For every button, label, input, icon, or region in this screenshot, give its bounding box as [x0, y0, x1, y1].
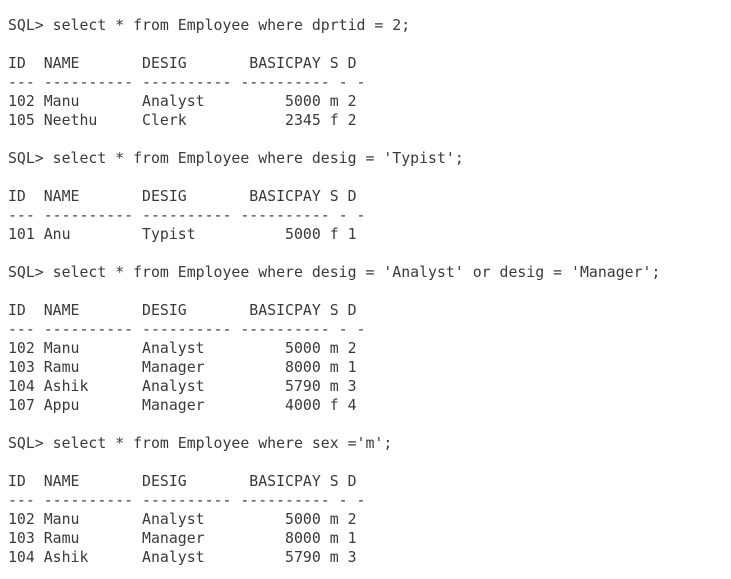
result-header-row: ID NAME DESIG BASICPAY S D: [8, 54, 357, 72]
result-header-row: ID NAME DESIG BASICPAY S D: [8, 301, 357, 319]
sql-command-line: SQL> select * from Employee where sex ='…: [8, 434, 393, 452]
sql-command-line: SQL> select * from Employee where desig …: [8, 263, 661, 281]
sql-command-line: SQL> select * from Employee where desig …: [8, 149, 464, 167]
result-separator: --- ---------- ---------- ---------- - -: [8, 491, 366, 509]
result-row: 102 Manu Analyst 5000 m 2: [8, 510, 357, 528]
sql-command-line: SQL> select * from Employee where dprtid…: [8, 16, 411, 34]
sql-console-output: SQL> select * from Employee where dprtid…: [8, 16, 660, 567]
result-row: 104 Ashik Analyst 5790 m 3: [8, 548, 357, 566]
result-separator: --- ---------- ---------- ---------- - -: [8, 206, 366, 224]
result-row: 103 Ramu Manager 8000 m 1: [8, 358, 357, 376]
result-row: 102 Manu Analyst 5000 m 2: [8, 339, 357, 357]
result-row: 101 Anu Typist 5000 f 1: [8, 225, 357, 243]
result-row: 107 Appu Manager 4000 f 4: [8, 396, 357, 414]
result-row: 103 Ramu Manager 8000 m 1: [8, 529, 357, 547]
result-separator: --- ---------- ---------- ---------- - -: [8, 320, 366, 338]
result-row: 105 Neethu Clerk 2345 f 2: [8, 111, 357, 129]
result-header-row: ID NAME DESIG BASICPAY S D: [8, 472, 357, 490]
result-row: 104 Ashik Analyst 5790 m 3: [8, 377, 357, 395]
result-header-row: ID NAME DESIG BASICPAY S D: [8, 187, 357, 205]
result-row: 102 Manu Analyst 5000 m 2: [8, 92, 357, 110]
result-separator: --- ---------- ---------- ---------- - -: [8, 73, 366, 91]
